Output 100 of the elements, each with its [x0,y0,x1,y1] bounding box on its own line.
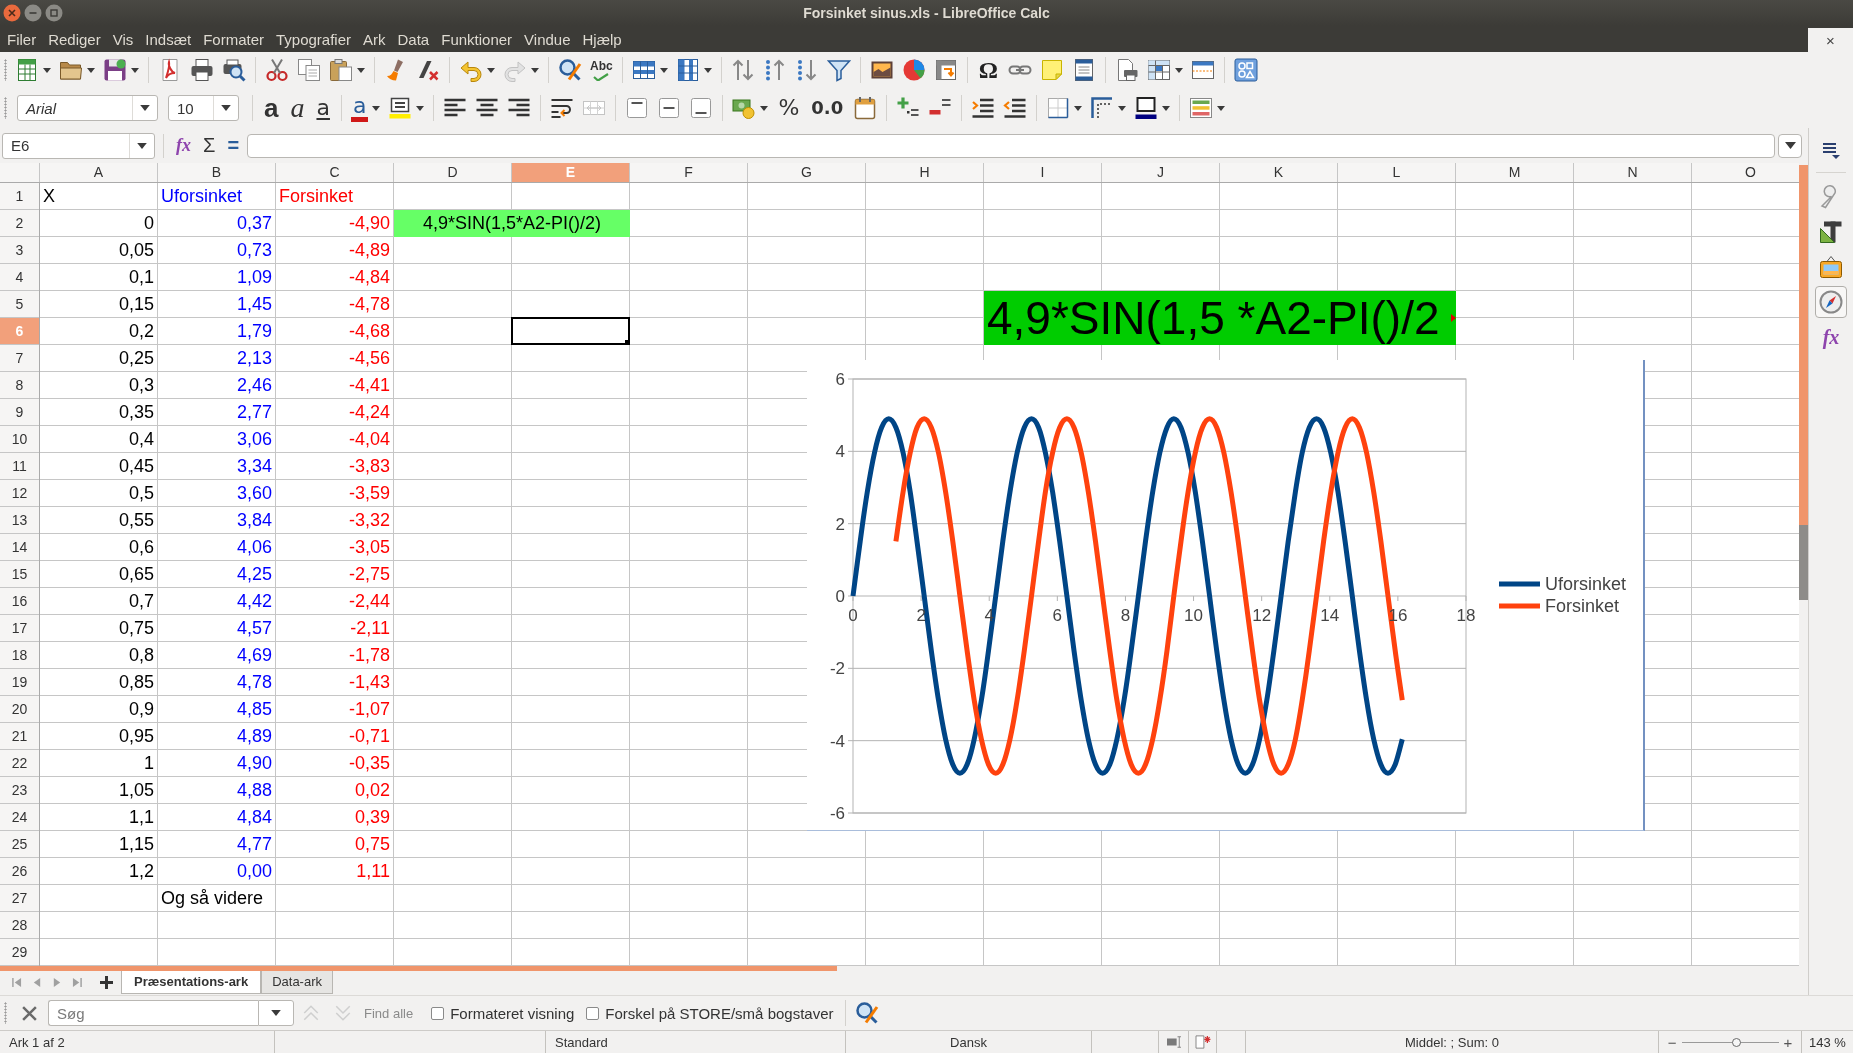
zoom-level[interactable]: 143 % [1809,1034,1846,1050]
menu-item[interactable]: Indsæt [139,30,198,48]
magnifier-pencil-icon[interactable] [558,58,582,82]
row-header[interactable]: 23 [0,777,39,804]
row-header[interactable]: 15 [0,561,39,588]
caret-down-icon[interactable] [760,105,769,111]
clipboard-icon[interactable] [329,58,353,82]
row-header[interactable]: 4 [0,264,39,291]
checkbox[interactable] [431,1006,445,1020]
column-header[interactable]: G [748,163,866,182]
caret-down-icon[interactable] [43,67,51,73]
menu-item[interactable]: Typografier [270,30,358,48]
column-header[interactable]: H [866,163,984,182]
caret-down-icon[interactable] [531,67,539,73]
caret-down-icon[interactable] [87,67,95,73]
close-icon[interactable] [3,4,21,22]
caret-down-icon[interactable] [140,105,150,111]
search-field[interactable]: Søg [48,1000,258,1026]
horizontal-scrollbar[interactable] [0,966,837,971]
align-top-icon[interactable] [625,96,650,120]
row-header[interactable]: 2 [0,210,39,237]
row-header[interactable]: 8 [0,372,39,399]
slash-x-icon[interactable] [416,58,440,82]
color-bars-icon[interactable] [1189,96,1214,120]
toolbar-handle[interactable] [4,1002,7,1024]
menu-item[interactable]: Filer [1,30,43,48]
caret-down-icon[interactable] [659,67,668,73]
caret-down-icon[interactable] [221,105,231,111]
row-header[interactable]: 21 [0,723,39,750]
spreadsheet-icon[interactable] [15,58,39,82]
row-header[interactable]: 7 [0,345,39,372]
column-header[interactable]: L [1338,163,1456,182]
print-preview-icon[interactable] [222,58,246,82]
funnel-icon[interactable] [826,58,851,82]
table-rows-icon[interactable] [631,58,656,82]
align-bottom-icon[interactable] [689,96,714,120]
name-box[interactable]: E6 [2,132,155,159]
row-header[interactable]: 28 [0,912,39,939]
borders-icon[interactable] [1046,96,1071,120]
sum-button[interactable]: Σ [203,134,216,157]
column-header[interactable]: N [1574,163,1692,182]
italic-button[interactable]: a [288,94,307,122]
column-header[interactable]: F [630,163,748,182]
menu-item[interactable]: Ark [357,30,392,48]
row-header[interactable]: 27 [0,885,39,912]
scissors-icon[interactable] [265,58,289,82]
caret-down-icon[interactable] [137,142,147,149]
caret-down-icon[interactable] [1174,67,1183,73]
caret-down-icon[interactable] [487,67,495,73]
row-header[interactable]: 19 [0,669,39,696]
minimize-icon[interactable] [24,4,42,22]
border-style-icon[interactable] [1090,96,1115,120]
menu-item[interactable]: Rediger [42,30,107,48]
row-header[interactable]: 24 [0,804,39,831]
document-asterisk-icon[interactable] [1194,1035,1211,1049]
special-character-button[interactable]: Ω [976,56,1000,84]
row-header[interactable]: 26 [0,858,39,885]
column-header[interactable]: K [1220,163,1338,182]
sheet-tab[interactable]: Data-ark [261,971,333,994]
row-header[interactable]: 14 [0,534,39,561]
column-header[interactable]: I [984,163,1102,182]
caret-down-icon[interactable] [703,67,712,73]
caret-down-icon[interactable] [131,67,139,73]
dropdown-button[interactable] [258,1000,294,1026]
toolbar-handle[interactable] [4,59,7,81]
sidebar-tab[interactable] [1815,286,1847,318]
row-header[interactable]: 10 [0,426,39,453]
formula-input-field[interactable] [247,133,1775,158]
wrap-text-icon[interactable] [550,96,575,120]
font-size-field[interactable]: 10 [168,95,239,121]
checkbox[interactable] [586,1006,600,1020]
checkbox-label[interactable]: Forskel på STORE/små bogstaver [605,1004,834,1022]
close-icon[interactable] [21,1004,38,1022]
align-middle-icon[interactable] [657,96,682,120]
percent-button[interactable]: % [776,94,802,122]
row-header[interactable]: 20 [0,696,39,723]
menu-item[interactable]: Hjælp [576,30,628,48]
row-header[interactable]: 3 [0,237,39,264]
toolbar-handle[interactable] [4,97,7,119]
border-color-icon[interactable] [1134,96,1159,120]
printer-icon[interactable] [190,58,214,82]
formula-button[interactable]: = [227,134,240,157]
row-header[interactable]: 25 [0,831,39,858]
row-header[interactable]: 1 [0,183,39,210]
table-columns-icon[interactable] [675,58,700,82]
row-header[interactable]: 13 [0,507,39,534]
number-format-button[interactable]: 0.0 [809,94,846,122]
row-header[interactable]: 16 [0,588,39,615]
caret-down-icon[interactable] [1074,105,1083,111]
bold-button[interactable]: a [262,94,281,122]
row-header[interactable]: 12 [0,480,39,507]
row-header[interactable]: 17 [0,615,39,642]
row-header[interactable]: 11 [0,453,39,480]
caret-down-icon[interactable] [372,105,381,111]
highlight-icon[interactable] [388,96,413,120]
menu-icon[interactable] [1822,142,1840,159]
menu-item[interactable]: Vindue [518,30,577,48]
caret-down-icon[interactable] [357,67,365,73]
sheet-tab[interactable]: Præsentations-ark [121,971,262,994]
caret-down-icon[interactable] [1217,105,1226,111]
